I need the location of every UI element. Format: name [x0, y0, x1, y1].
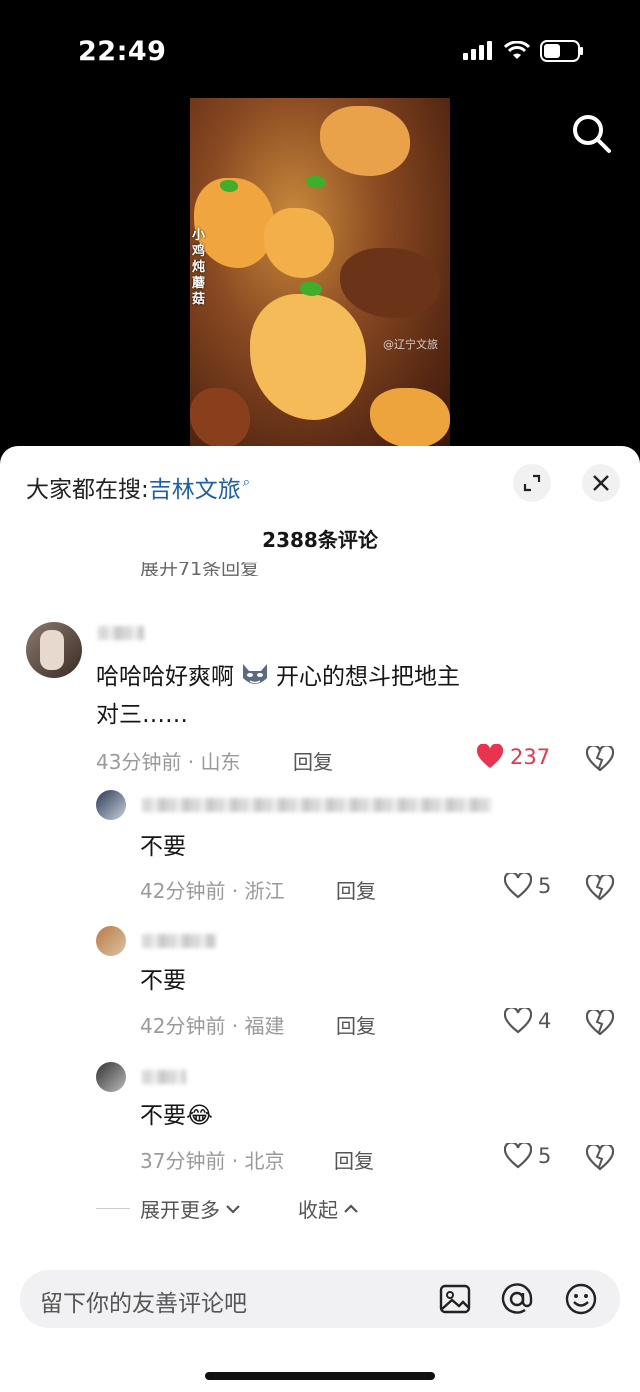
home-indicator[interactable]	[205, 1372, 435, 1380]
signal-icon	[463, 41, 492, 60]
expand-icon	[523, 474, 541, 492]
wifi-icon	[504, 41, 530, 59]
username-blurred[interactable]	[142, 798, 492, 812]
comment-sheet: 大家都在搜: 吉林文旅 ⌕ 2388条评论 展开71条回复 哈哈哈好爽啊 开心的…	[0, 446, 640, 1392]
like-button[interactable]: 5	[504, 873, 551, 899]
divider	[96, 1208, 130, 1209]
reply-text: 不要	[140, 968, 186, 994]
like-count: 5	[538, 874, 552, 898]
heart-filled-icon	[476, 744, 504, 768]
like-button[interactable]: 237	[476, 744, 550, 770]
collapse-label: 收起	[298, 1198, 338, 1222]
food-potato	[370, 388, 450, 446]
like-count: 4	[538, 1009, 552, 1033]
food-scallion	[220, 180, 238, 192]
reply-button[interactable]: 回复	[293, 746, 333, 775]
comment-text: 哈哈哈好爽啊 开心的想斗把地主 对三……	[96, 658, 576, 734]
comment-count: 2388条评论	[262, 528, 378, 552]
food-potato	[320, 106, 410, 176]
collapse-button[interactable]: 收起	[298, 1194, 360, 1223]
reply-button[interactable]: 回复	[336, 1010, 376, 1039]
food-potato	[264, 208, 334, 278]
expand-collapse-row: 展开更多 收起	[96, 1194, 360, 1223]
like-button[interactable]: 5	[504, 1143, 551, 1169]
food-scallion	[306, 176, 326, 188]
heart-icon	[504, 1143, 532, 1169]
partial-expand-replies[interactable]: 展开71条回复	[140, 562, 259, 576]
status-time: 22:49	[78, 36, 167, 67]
username-blurred[interactable]	[98, 626, 144, 640]
like-button[interactable]: 4	[504, 1008, 551, 1034]
chevron-down-icon	[226, 1204, 240, 1214]
avatar[interactable]	[96, 790, 126, 820]
search-icon[interactable]	[568, 110, 614, 156]
expand-more-label: 展开更多	[140, 1198, 220, 1222]
close-icon	[593, 475, 609, 491]
trending-search[interactable]: 大家都在搜: 吉林文旅 ⌕	[26, 470, 250, 504]
reply-button[interactable]: 回复	[334, 1145, 374, 1174]
battery-icon	[540, 40, 583, 62]
avatar[interactable]	[96, 926, 126, 956]
comment-text-part1: 哈哈哈好爽啊	[96, 664, 234, 690]
dislike-icon[interactable]	[586, 1145, 614, 1171]
avatar[interactable]	[26, 622, 82, 678]
like-count: 237	[510, 745, 551, 769]
food-scallion	[300, 282, 322, 296]
dislike-icon[interactable]	[586, 1010, 614, 1036]
video-thumbnail[interactable]: 小鸡炖蘑菇 @辽宁文旅	[190, 98, 450, 446]
comment-input-placeholder: 留下你的友善评论吧	[40, 1291, 247, 1317]
like-count: 5	[538, 1144, 552, 1168]
food-potato	[250, 294, 366, 420]
trending-search-prefix: 大家都在搜:	[26, 477, 149, 503]
trending-search-keyword[interactable]: 吉林文旅	[149, 470, 241, 504]
status-icons	[462, 40, 584, 62]
username-blurred[interactable]	[142, 1070, 186, 1084]
reply-meta: 42分钟前 · 福建	[140, 1014, 285, 1038]
reply-text: 不要😂	[140, 1103, 213, 1129]
video-caption: 小鸡炖蘑菇	[192, 228, 206, 307]
search-small-icon: ⌕	[242, 474, 251, 490]
heart-icon	[504, 1008, 532, 1034]
expand-button[interactable]	[513, 464, 551, 502]
screen: 22:49 小鸡炖蘑菇 @辽宁文旅 大家都在搜: 吉林文旅 ⌕ 2388条评论 …	[0, 0, 640, 1392]
reply-meta: 42分钟前 · 浙江	[140, 879, 285, 903]
heart-icon	[504, 873, 532, 899]
food-chicken	[340, 248, 440, 318]
reply-text: 不要	[140, 834, 186, 860]
image-icon[interactable]	[438, 1282, 472, 1316]
expand-more-button[interactable]: 展开更多	[140, 1194, 242, 1223]
at-icon[interactable]	[500, 1282, 534, 1316]
username-blurred[interactable]	[142, 934, 216, 948]
dislike-icon[interactable]	[586, 875, 614, 901]
reply-meta: 37分钟前 · 北京	[140, 1149, 285, 1173]
wolf-emoji-icon	[240, 662, 270, 688]
avatar[interactable]	[96, 1062, 126, 1092]
dislike-icon[interactable]	[586, 746, 614, 772]
close-button[interactable]	[582, 464, 620, 502]
comment-meta: 43分钟前 · 山东	[96, 750, 241, 774]
video-watermark: @辽宁文旅	[383, 338, 438, 351]
comment-input[interactable]: 留下你的友善评论吧	[20, 1270, 620, 1328]
emoji-icon[interactable]	[564, 1282, 598, 1316]
chevron-up-icon	[344, 1203, 358, 1213]
food-chicken	[190, 388, 250, 446]
reply-button[interactable]: 回复	[336, 875, 376, 904]
comment-text-part2: 开心的想斗把地主	[276, 664, 460, 690]
comment-text-line2: 对三……	[96, 702, 188, 728]
